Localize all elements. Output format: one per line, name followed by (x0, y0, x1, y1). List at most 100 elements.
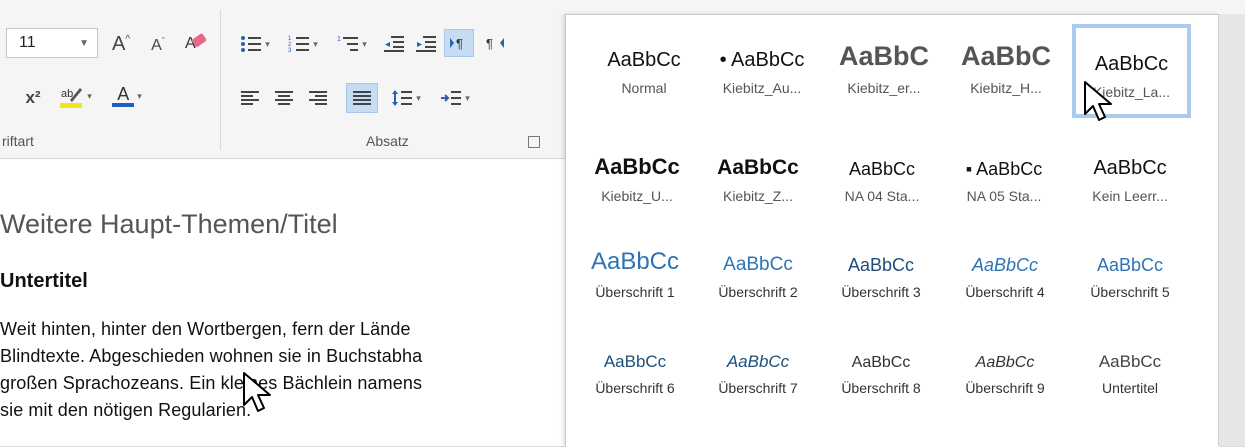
document-heading-2: Untertitel (0, 270, 88, 292)
document-page[interactable]: Weitere Haupt-Themen/Titel Untertitel We… (0, 159, 580, 446)
font-color-letter: A (117, 84, 130, 104)
style-preview: AaBbCc (1098, 352, 1162, 371)
style-label: Kiebitz_Z... (722, 188, 794, 204)
style-label: Überschrift 6 (595, 380, 675, 396)
style-label: Kiebitz_er... (847, 80, 921, 96)
body-text-line: Blindtexte. Abgeschieden wohnen sie in B… (0, 346, 423, 366)
line-spacing-icon (392, 90, 413, 106)
style-preview: • AaBbCc (719, 49, 805, 71)
justify-icon (353, 91, 371, 105)
rtl-direction-button[interactable]: ¶ (480, 29, 510, 57)
style-tile-na-05[interactable]: ▪ AaBbCc NA 05 Sta... (945, 141, 1063, 225)
style-preview: AaBbCc (590, 248, 680, 275)
style-tile-ueberschrift-5[interactable]: AaBbCc Überschrift 5 (1071, 237, 1189, 321)
font-color-button[interactable]: A ▾ (104, 82, 150, 110)
font-size-dropdown[interactable]: 11 ▼ (6, 28, 98, 58)
style-tile-kiebitz-z[interactable]: AaBbCc Kiebitz_Z... (699, 141, 817, 225)
increase-indent-icon (416, 36, 436, 52)
style-preview: AaBbCc (975, 354, 1035, 371)
chevron-down-icon[interactable]: ▾ (265, 39, 270, 50)
paragraph-indent-button[interactable]: ▾ (432, 84, 478, 112)
numbered-list-button[interactable]: 1 2 3 ▾ (282, 30, 324, 58)
align-left-button[interactable] (236, 84, 264, 112)
style-tile-kiebitz-la[interactable]: AaBbCc Kiebitz_La... (1072, 24, 1191, 118)
decrease-indent-icon (384, 36, 404, 52)
styles-gallery[interactable]: AaBbCc Normal • AaBbCc Kiebitz_Au... AaB… (565, 14, 1219, 447)
style-tile-kiebitz-au[interactable]: • AaBbCc Kiebitz_Au... (703, 33, 821, 117)
style-tile-kiebitz-er[interactable]: AaBbC Kiebitz_er... (825, 33, 943, 117)
style-preview: AaBbCc (723, 254, 793, 275)
style-label: Normal (621, 80, 667, 96)
style-tile-ueberschrift-8[interactable]: AaBbCc Überschrift 8 (822, 333, 940, 417)
body-text-line: Weit hinten, hinter den Wortbergen, fern… (0, 319, 411, 339)
align-right-button[interactable] (304, 84, 332, 112)
highlight-color-button[interactable]: ab ▾ (52, 82, 98, 110)
style-label: Untertitel (1101, 380, 1159, 396)
grow-font-button[interactable]: A ^ (108, 30, 134, 58)
style-label: Kiebitz_H... (970, 80, 1042, 96)
bullet-list-button[interactable]: ▾ (234, 30, 276, 58)
style-preview: AaBbCc (607, 49, 681, 71)
justify-button[interactable] (346, 83, 378, 113)
style-label: Überschrift 9 (965, 380, 1045, 396)
chevron-down-icon[interactable]: ▾ (465, 93, 470, 104)
align-left-icon (241, 91, 259, 105)
multilevel-list-button[interactable]: 1 ▾ (330, 30, 374, 58)
style-label: Kiebitz_Au... (722, 80, 802, 96)
shrink-font-label: A (151, 37, 162, 54)
style-tile-kiebitz-h[interactable]: AaBbC Kiebitz_H... (947, 33, 1065, 117)
style-preview: AaBbC (960, 41, 1051, 71)
style-preview: AaBbCc (726, 352, 790, 371)
shrink-font-button[interactable]: Aˇ (146, 32, 170, 60)
paragraph-dialog-launcher-icon[interactable] (528, 136, 540, 148)
align-right-icon (309, 91, 327, 105)
style-preview: AaBbCc (594, 154, 680, 179)
style-tile-normal[interactable]: AaBbCc Normal (585, 33, 703, 117)
font-group-label: riftart (2, 133, 34, 149)
numbered-list-icon: 1 2 3 (288, 36, 310, 53)
style-tile-kiebitz-u[interactable]: AaBbCc Kiebitz_U... (578, 141, 696, 225)
svg-text:ab: ab (61, 88, 73, 100)
style-label: Kiebitz_U... (601, 188, 673, 204)
ltr-direction-button[interactable]: ¶ (444, 29, 474, 57)
multilevel-list-icon: 1 (337, 36, 359, 51)
caret-up-icon: ^ (125, 33, 131, 45)
style-preview: AaBbCc (848, 159, 916, 179)
clear-formatting-button[interactable]: A (182, 28, 210, 56)
style-tile-kein-leerraum[interactable]: AaBbCc Kein Leerr... (1071, 141, 1189, 225)
style-tile-ueberschrift-7[interactable]: AaBbCc Überschrift 7 (699, 333, 817, 417)
style-label: Überschrift 7 (718, 380, 798, 396)
document-heading-1: Weitere Haupt-Themen/Titel (0, 209, 338, 239)
line-spacing-button[interactable]: ▾ (384, 84, 428, 112)
chevron-down-icon[interactable]: ▼ (79, 38, 89, 49)
chevron-down-icon[interactable]: ▾ (87, 91, 92, 102)
style-preview: AaBbCc (603, 352, 667, 371)
font-color-icon: A (112, 84, 135, 107)
style-label: Überschrift 3 (841, 284, 921, 300)
font-size-value: 11 (19, 34, 36, 51)
align-center-button[interactable] (270, 84, 298, 112)
superscript-label: x² (25, 88, 41, 107)
style-tile-ueberschrift-9[interactable]: AaBbCc Überschrift 9 (946, 333, 1064, 417)
style-preview: AaBbCc (851, 354, 911, 371)
chevron-down-icon[interactable]: ▾ (137, 91, 142, 102)
chevron-down-icon[interactable]: ▾ (362, 39, 367, 50)
style-tile-untertitel[interactable]: AaBbCc Untertitel (1071, 333, 1189, 417)
decrease-indent-button[interactable] (380, 30, 408, 58)
superscript-button[interactable]: x² (18, 84, 48, 112)
style-tile-ueberschrift-1[interactable]: AaBbCc Überschrift 1 (576, 237, 694, 321)
chevron-down-icon[interactable]: ▾ (313, 39, 318, 50)
style-label: Überschrift 5 (1090, 284, 1170, 300)
style-tile-ueberschrift-6[interactable]: AaBbCc Überschrift 6 (576, 333, 694, 417)
increase-indent-button[interactable] (412, 30, 440, 58)
style-label: Überschrift 2 (718, 284, 798, 300)
style-tile-na-04[interactable]: AaBbCc NA 04 Sta... (823, 141, 941, 225)
style-tile-ueberschrift-2[interactable]: AaBbCc Überschrift 2 (699, 237, 817, 321)
style-preview: AaBbC (838, 41, 929, 71)
indent-arrow-icon (441, 91, 462, 105)
style-tile-ueberschrift-3[interactable]: AaBbCc Überschrift 3 (822, 237, 940, 321)
style-tile-ueberschrift-4[interactable]: AaBbCc Überschrift 4 (946, 237, 1064, 321)
gallery-scrollbar[interactable] (1218, 14, 1245, 446)
body-text-line: großen Sprachozeans. Ein kleines Bächlei… (0, 373, 423, 393)
chevron-down-icon[interactable]: ▾ (416, 93, 421, 104)
